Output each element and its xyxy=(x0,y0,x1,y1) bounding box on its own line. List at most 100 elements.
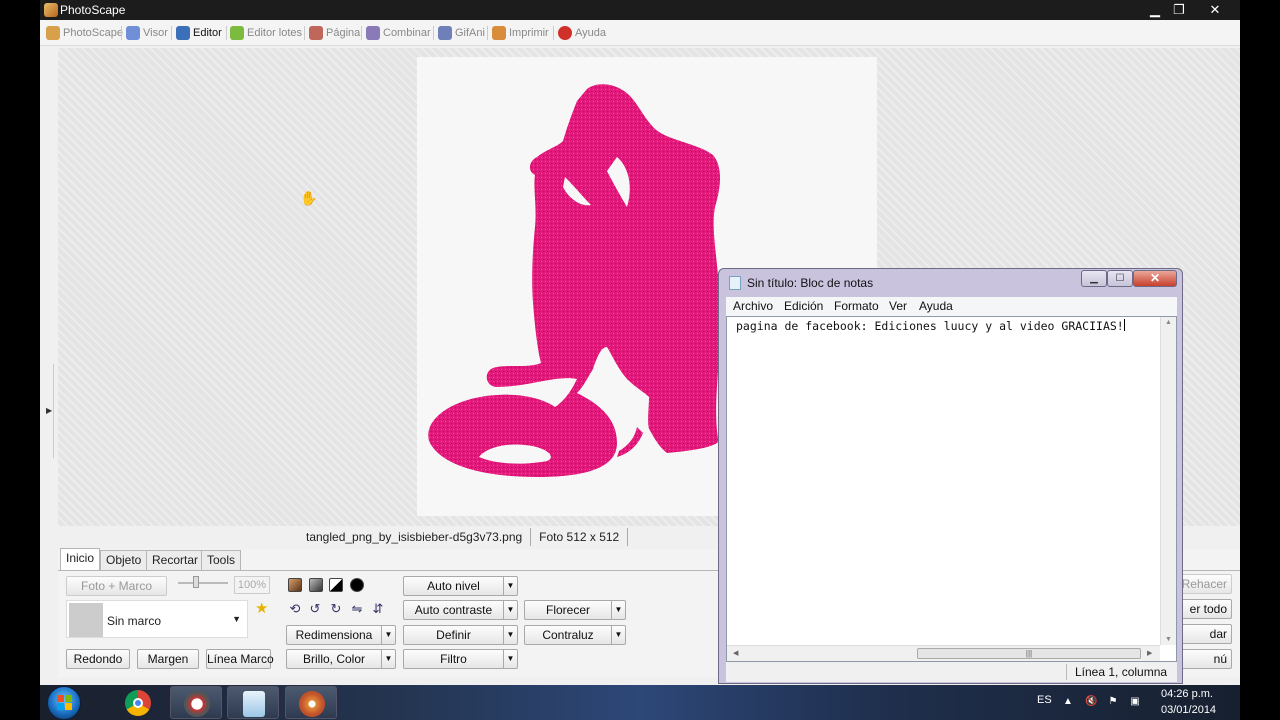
sepia-icon[interactable] xyxy=(288,578,302,592)
menu-formato[interactable]: Formato xyxy=(834,299,879,313)
restore-button[interactable]: ❐ xyxy=(1168,1,1190,18)
notepad-minimize-button[interactable]: ▁ xyxy=(1081,270,1107,287)
tab-ayuda[interactable]: Ayuda xyxy=(556,24,606,42)
flip-horizontal-icon[interactable]: ⇋ xyxy=(349,601,365,617)
favorite-star-icon[interactable]: ★ xyxy=(255,599,268,617)
chevron-down-icon[interactable]: ▼ xyxy=(611,626,625,644)
flip-vertical-icon[interactable]: ⇵ xyxy=(370,601,386,617)
rotate-icon[interactable]: ⟲ xyxy=(287,601,303,617)
tab-tools[interactable]: Tools xyxy=(201,550,242,570)
resize-button[interactable]: Redimensiona ▼ xyxy=(286,625,396,645)
auto-contrast-button[interactable]: Auto contraste ▼ xyxy=(403,600,518,620)
brightness-color-button[interactable]: Brillo, Color ▼ xyxy=(286,649,396,669)
right-black-bar xyxy=(1240,0,1280,720)
brightness-label: Brillo, Color xyxy=(302,652,365,666)
backlight-button[interactable]: Contraluz ▼ xyxy=(524,625,626,645)
margin-button[interactable]: Margen xyxy=(137,649,199,669)
minimize-button[interactable]: ▁ xyxy=(1144,1,1166,18)
zoom-slider-track[interactable] xyxy=(178,582,228,584)
chevron-down-icon[interactable]: ▼ xyxy=(503,601,517,619)
scroll-left-icon[interactable]: ◀ xyxy=(733,649,738,657)
menu-ver[interactable]: Ver xyxy=(889,299,907,313)
bloom-label: Florecer xyxy=(545,603,590,617)
tab-inicio[interactable]: Inicio xyxy=(60,548,101,571)
language-indicator[interactable]: ES xyxy=(1037,694,1052,706)
scroll-up-icon[interactable]: ▲ xyxy=(1165,319,1172,326)
filter-button[interactable]: Filtro ▼ xyxy=(403,649,518,669)
rotate-left-icon[interactable]: ↺ xyxy=(307,601,323,617)
tab-editor-lotes[interactable]: Editor lotes xyxy=(228,24,302,42)
redo-button[interactable]: Rehacer xyxy=(1176,574,1232,594)
volume-muted-icon[interactable]: 🔇 xyxy=(1085,696,1097,708)
start-button[interactable] xyxy=(47,686,81,720)
chevron-down-icon[interactable]: ▼ xyxy=(503,650,517,668)
network-icon[interactable]: ▣ xyxy=(1129,696,1141,708)
taskbar-photoscape-reel[interactable] xyxy=(285,686,337,719)
frame-name: Sin marco xyxy=(107,614,162,628)
tab-photoscape[interactable]: PhotoScape xyxy=(44,24,123,42)
image-filename: tangled_png_by_isisbieber-d5g3v73.png xyxy=(298,528,532,546)
round-button[interactable]: Redondo xyxy=(66,649,130,669)
taskbar-photoscape[interactable] xyxy=(170,686,222,719)
menu-archivo[interactable]: Archivo xyxy=(733,299,773,313)
black-white-icon[interactable] xyxy=(329,578,343,592)
grayscale-icon[interactable] xyxy=(309,578,323,592)
bloom-button[interactable]: Florecer ▼ xyxy=(524,600,626,620)
close-button[interactable]: ✕ xyxy=(1204,1,1226,18)
tab-objeto[interactable]: Objeto xyxy=(100,550,148,570)
tab-separator xyxy=(226,26,227,40)
tab-imprimir[interactable]: Imprimir xyxy=(490,24,549,42)
scroll-down-icon[interactable]: ▼ xyxy=(1165,636,1172,643)
tab-combinar[interactable]: Combinar xyxy=(364,24,431,42)
chevron-down-icon[interactable]: ▼ xyxy=(381,626,395,644)
zoom-slider-knob[interactable] xyxy=(193,576,199,588)
image-size: Foto 512 x 512 xyxy=(531,528,629,546)
tab-separator xyxy=(487,26,488,40)
horizontal-scrollbar[interactable]: ◀ ||| ▶ xyxy=(727,645,1160,661)
tab-editor[interactable]: Editor xyxy=(174,24,222,42)
chevron-down-icon[interactable]: ▼ xyxy=(503,577,517,595)
notepad-titlebar[interactable]: Sin título: Bloc de notas ▁ ☐ ✕ xyxy=(719,269,1182,297)
notepad-text-area[interactable]: pagina de facebook: Ediciones luucy y al… xyxy=(726,316,1177,662)
photo-frame-button[interactable]: Foto + Marco xyxy=(66,576,167,596)
taskbar-chrome[interactable] xyxy=(112,686,164,719)
scroll-right-icon[interactable]: ▶ xyxy=(1147,649,1152,657)
chevron-down-icon[interactable]: ▼ xyxy=(503,626,517,644)
frame-line-button[interactable]: Línea Marco xyxy=(206,649,274,669)
tab-label: Editor xyxy=(193,27,222,39)
save-button[interactable]: dar xyxy=(1176,624,1232,644)
notepad-maximize-button[interactable]: ☐ xyxy=(1107,270,1133,287)
frame-dropdown[interactable]: Sin marco ▼ xyxy=(66,600,248,638)
chrome-icon xyxy=(125,690,151,716)
photoscape-app-icon xyxy=(184,691,210,717)
chevron-down-icon[interactable]: ▼ xyxy=(381,650,395,668)
clock-time[interactable]: 04:26 p.m. xyxy=(1161,688,1213,700)
horizontal-scroll-thumb[interactable]: ||| xyxy=(917,648,1141,659)
undo-all-button[interactable]: er todo xyxy=(1176,599,1232,619)
tab-recortar[interactable]: Recortar xyxy=(146,550,205,570)
chevron-down-icon: ▼ xyxy=(232,614,241,624)
vertical-scrollbar[interactable]: ▲ ▼ xyxy=(1160,317,1176,645)
menu-ayuda[interactable]: Ayuda xyxy=(919,299,953,313)
tab-pagina[interactable]: Página xyxy=(307,24,360,42)
notepad-close-button[interactable]: ✕ xyxy=(1133,270,1177,287)
menu-edicion[interactable]: Edición xyxy=(784,299,823,313)
zoom-value: 100% xyxy=(234,576,270,594)
notepad-window: Sin título: Bloc de notas ▁ ☐ ✕ Archivo … xyxy=(718,268,1183,684)
editor-icon xyxy=(176,26,190,40)
tab-visor[interactable]: Visor xyxy=(124,24,168,42)
expand-panel-icon[interactable]: ▶ xyxy=(46,406,52,415)
notepad-menubar: Archivo Edición Formato Ver Ayuda xyxy=(726,297,1177,316)
negative-icon[interactable] xyxy=(350,578,364,592)
tab-gifani[interactable]: GifAni xyxy=(436,24,485,42)
show-hidden-icons-icon[interactable]: ▲ xyxy=(1062,696,1074,708)
menu-button[interactable]: nú xyxy=(1176,649,1232,669)
auto-level-button[interactable]: Auto nivel ▼ xyxy=(403,576,518,596)
clock-date[interactable]: 03/01/2014 xyxy=(1161,704,1216,716)
taskbar-notepad[interactable] xyxy=(227,686,279,719)
hand-cursor-icon: ✋ xyxy=(300,190,318,206)
sharpen-button[interactable]: Definir ▼ xyxy=(403,625,518,645)
chevron-down-icon[interactable]: ▼ xyxy=(611,601,625,619)
rotate-right-icon[interactable]: ↻ xyxy=(328,601,344,617)
action-center-flag-icon[interactable]: ⚑ xyxy=(1107,696,1119,708)
